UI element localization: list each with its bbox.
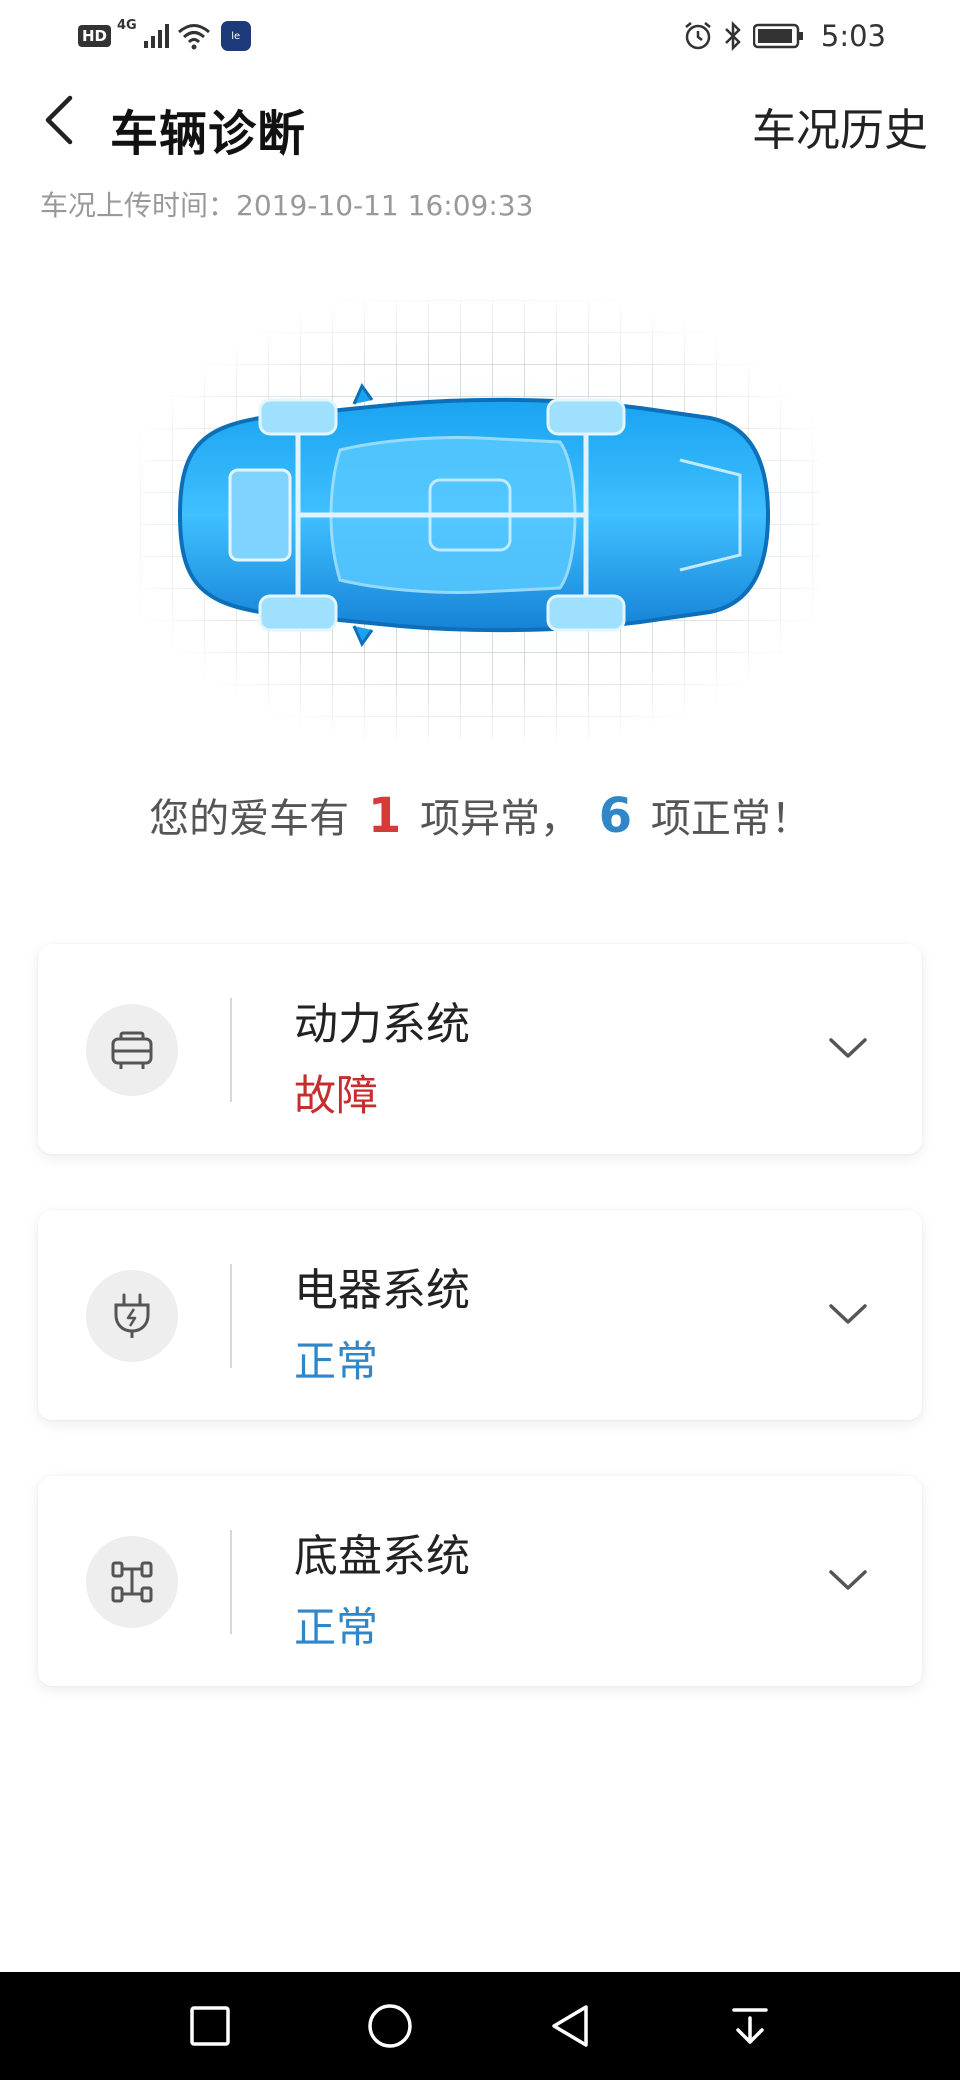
home-icon xyxy=(368,2004,412,2048)
abnormal-count: 1 xyxy=(367,788,402,844)
home-button[interactable] xyxy=(360,1996,420,2056)
bluetooth-icon xyxy=(724,21,741,51)
recent-apps-icon xyxy=(190,2006,230,2046)
alarm-icon xyxy=(685,22,711,50)
system-nav-bar xyxy=(0,1972,960,2080)
summary-middle: 项异常， xyxy=(420,796,580,842)
summary-prefix: 您的爱车有 xyxy=(149,796,350,842)
notification-pull-button[interactable] xyxy=(720,1996,780,2056)
status-time: 5:03 xyxy=(820,19,886,53)
car-illustration xyxy=(140,300,820,740)
electric-plug-icon xyxy=(86,1270,178,1362)
system-status: 正常 xyxy=(294,1603,379,1652)
system-status: 故障 xyxy=(294,1071,379,1120)
upload-time-value: 2019-10-11 16:09:33 xyxy=(236,189,534,222)
wifi-icon xyxy=(177,24,210,50)
system-card-electrical[interactable]: 电器系统 正常 xyxy=(38,1210,922,1420)
back-button[interactable] xyxy=(30,92,86,148)
chevron-down-icon[interactable] xyxy=(822,1554,874,1606)
header: 车辆诊断 车况历史 xyxy=(0,80,960,162)
chassis-icon xyxy=(86,1536,178,1628)
system-status: 正常 xyxy=(294,1337,379,1386)
status-right: 5:03 xyxy=(683,16,886,56)
battery-icon xyxy=(752,23,803,49)
signal-icon xyxy=(143,24,169,48)
card-divider xyxy=(230,1530,232,1634)
system-name: 底盘系统 xyxy=(294,1531,470,1582)
back-nav-button[interactable] xyxy=(540,1996,600,2056)
notification-pull-icon xyxy=(732,2008,768,2044)
recent-apps-button[interactable] xyxy=(180,1996,240,2056)
status-left: HD 4G le xyxy=(78,18,251,54)
upload-time-line: 车况上传时间：2019-10-11 16:09:33 xyxy=(40,184,533,224)
status-bar: HD 4G le 5:03 xyxy=(0,0,960,72)
system-name: 电器系统 xyxy=(294,1265,470,1316)
engine-icon xyxy=(86,1004,178,1096)
upload-time-label: 车况上传时间： xyxy=(40,189,237,222)
back-triangle-icon xyxy=(552,2005,588,2047)
system-name: 动力系统 xyxy=(294,999,470,1050)
network-type: 4G xyxy=(117,18,137,33)
summary-text: 您的爱车有 1 项异常， 6 项正常！ xyxy=(0,786,960,844)
chevron-down-icon[interactable] xyxy=(822,1022,874,1074)
card-divider xyxy=(230,998,232,1102)
system-card-chassis[interactable]: 底盘系统 正常 xyxy=(38,1476,922,1686)
system-card-power[interactable]: 动力系统 故障 xyxy=(38,944,922,1154)
chevron-left-icon xyxy=(45,95,73,145)
app-badge: le xyxy=(220,21,251,51)
car-xray-image xyxy=(140,300,820,740)
summary-suffix: 项正常！ xyxy=(650,796,811,842)
hd-badge: HD xyxy=(78,25,112,47)
chevron-down-icon[interactable] xyxy=(822,1288,874,1340)
page-title: 车辆诊断 xyxy=(110,106,307,162)
history-link[interactable]: 车况历史 xyxy=(752,94,928,158)
normal-count: 6 xyxy=(598,788,633,844)
card-divider xyxy=(230,1264,232,1368)
